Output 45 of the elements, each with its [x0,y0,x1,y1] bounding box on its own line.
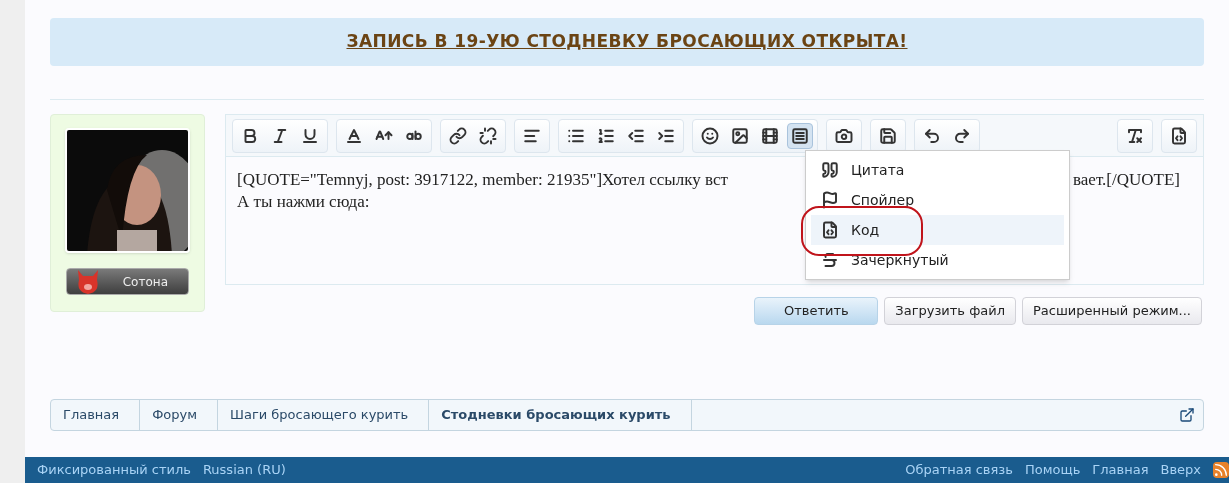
breadcrumb-link[interactable]: Стодневки бросающих курить [429,400,692,430]
footer-link[interactable]: Russian (RU) [202,460,286,480]
source-code-icon [1170,126,1188,145]
badge-label: Сотона [122,273,168,291]
quote-icon [821,161,839,179]
numbered-list-icon [597,126,615,145]
form-button[interactable]: Расширенный режим... [1022,297,1202,325]
strikethrough-icon [821,251,839,269]
notice-link[interactable]: ЗАПИСЬ В 19-УЮ СТОДНЕВКУ БРОСАЮЩИХ ОТКРЫТА! [346,29,908,55]
save-icon [879,126,897,145]
footer-link[interactable]: Вверх [1160,460,1201,480]
camera-icon [835,126,853,145]
underline-icon [301,126,319,145]
footer-link[interactable]: Главная [1092,460,1149,480]
editor-text: [QUOTE="Temnyj, post: 3917122, member: 21935"]Хотел ссылку вст [237,169,728,191]
unlink-icon [479,126,497,145]
text-color-icon [345,126,363,145]
insert-menu-icon [791,126,809,145]
breadcrumb-link[interactable]: Шаги бросающего курить [218,400,430,430]
clear-format-icon [1126,126,1144,145]
footer-link[interactable]: Фиксированный стиль [37,460,191,480]
link-icon [449,126,467,145]
undo-icon [923,126,941,145]
smiley-icon [701,126,719,145]
rss-icon[interactable] [1213,462,1229,478]
code-file-icon [821,221,839,239]
reply-button[interactable]: Ответить [754,297,879,325]
editor-text: А ты нажми сюда: [237,191,370,213]
breadcrumb-link[interactable]: Форум [140,400,219,430]
external-link-icon[interactable] [1179,407,1195,423]
menu-item[interactable]: Спойлер [811,185,1064,215]
menu-item[interactable]: Цитата [811,155,1064,185]
toolbar-button[interactable] [787,122,813,149]
film-icon [761,126,779,145]
image-icon [731,126,749,145]
footer-link[interactable]: Обратная связь [905,460,1013,480]
breadcrumb-link[interactable]: Главная [51,400,141,430]
footer-link[interactable]: Помощь [1024,460,1081,480]
italic-icon [271,126,289,145]
menu-item[interactable]: Код [811,215,1064,245]
form-button[interactable]: Загрузить файл [884,297,1016,325]
editor-text: вает.[/QUOTE] [1073,169,1180,191]
flag-icon [821,191,839,209]
menu-item[interactable]: Зачёркнутый [811,245,1064,275]
redo-icon [953,126,971,145]
